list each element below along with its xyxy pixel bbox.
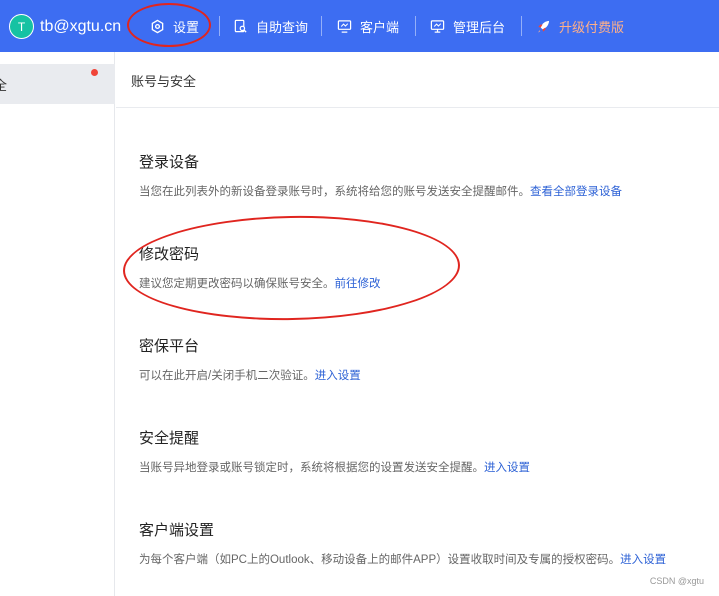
view-all-devices-link[interactable]: 查看全部登录设备 xyxy=(530,186,622,198)
page-title: 账号与安全 xyxy=(131,74,197,89)
monitor-icon xyxy=(430,19,445,33)
security-alerts-link[interactable]: 进入设置 xyxy=(484,462,530,474)
section-title-security-platform: 密保平台 xyxy=(139,338,200,355)
sidebar-item-label: 全 xyxy=(0,77,8,93)
top-navbar: T tb@xgtu.cn 设置 自助查询 客户端 管理后台 升级付费版 xyxy=(0,0,719,52)
rocket-icon xyxy=(537,20,550,33)
section-desc-security-platform: 可以在此开启/关闭手机二次验证。进入设置 xyxy=(139,370,361,382)
nav-divider xyxy=(521,16,522,36)
section-title-change-password: 修改密码 xyxy=(139,246,200,263)
change-password-link[interactable]: 前往修改 xyxy=(335,278,381,290)
nav-divider xyxy=(415,16,416,36)
nav-label: 升级付费版 xyxy=(559,19,625,35)
nav-self-query[interactable]: 自助查询 xyxy=(233,0,308,52)
nav-label: 客户端 xyxy=(360,19,400,35)
section-desc-client-settings: 为每个客户端（如PC上的Outlook、移动设备上的邮件APP）设置收取时间及专… xyxy=(139,554,667,566)
nav-label: 管理后台 xyxy=(453,19,506,35)
client-settings-link[interactable]: 进入设置 xyxy=(620,554,666,566)
section-title-client-settings: 客户端设置 xyxy=(139,522,215,539)
monitor-icon xyxy=(337,19,352,33)
nav-upgrade[interactable]: 升级付费版 xyxy=(536,0,624,52)
avatar: T xyxy=(9,14,34,39)
sidebar: 全 xyxy=(0,52,115,596)
section-desc-change-password: 建议您定期更改密码以确保账号安全。前往修改 xyxy=(139,278,381,290)
security-platform-link[interactable]: 进入设置 xyxy=(315,370,361,382)
section-title-login-devices: 登录设备 xyxy=(139,154,200,171)
section-desc-security-alerts: 当账号异地登录或账号锁定时，系统将根据您的设置发送安全提醒。进入设置 xyxy=(139,462,530,474)
nav-divider xyxy=(219,16,220,36)
section-title-security-alerts: 安全提醒 xyxy=(139,430,200,447)
annotation-circle-change-password xyxy=(122,213,461,323)
search-document-icon xyxy=(234,19,247,33)
sidebar-item-account-security[interactable]: 全 xyxy=(0,64,115,104)
account-email: tb@xgtu.cn xyxy=(40,17,122,35)
account-menu[interactable]: T tb@xgtu.cn xyxy=(9,14,121,39)
notification-dot xyxy=(91,69,98,76)
page-header: 账号与安全 xyxy=(116,52,719,108)
nav-label: 设置 xyxy=(173,19,200,35)
gear-icon xyxy=(151,19,164,33)
watermark: CSDN @xgtu xyxy=(649,576,704,586)
nav-settings[interactable]: 设置 xyxy=(150,0,199,52)
nav-divider xyxy=(321,16,322,36)
nav-label: 自助查询 xyxy=(256,19,309,35)
section-desc-login-devices: 当您在此列表外的新设备登录账号时，系统将给您的账号发送安全提醒邮件。查看全部登录… xyxy=(139,186,622,198)
nav-client[interactable]: 客户端 xyxy=(337,0,399,52)
nav-admin[interactable]: 管理后台 xyxy=(430,0,505,52)
